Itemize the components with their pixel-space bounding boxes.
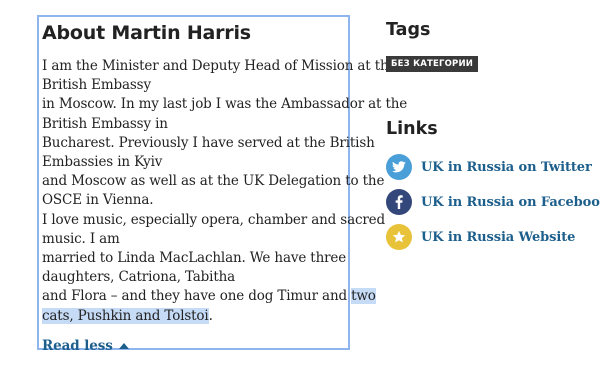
bio-line: I love music, especially opera, chamber … [42, 211, 386, 228]
read-less-link[interactable]: Read less [42, 338, 129, 354]
bio-line: and Moscow as well as at the UK Delegati… [42, 173, 385, 190]
website-link-label: UK in Russia Website [421, 229, 576, 245]
bio-line-text: . [208, 307, 213, 324]
tag-badge[interactable]: БЕЗ КАТЕГОРИИ [386, 56, 479, 72]
twitter-link-label: UK in Russia on Twitter [421, 159, 592, 175]
bio-line: Embassies in Kyiv [42, 154, 163, 171]
about-title: About Martin Harris [42, 22, 251, 44]
twitter-icon [386, 154, 412, 180]
facebook-link-label: UK in Russia on Facebook [421, 194, 600, 210]
bio-line: British Embassy in [42, 115, 168, 132]
bio-line: married to Linda MacLachlan. We have thr… [42, 250, 347, 267]
tags-section: Tags БЕЗ КАТЕГОРИИ [386, 18, 596, 72]
bio-line: cats, Pushkin and Tolstoi. [42, 307, 348, 326]
bio-line: I am the Minister and Deputy Head of Mis… [42, 58, 397, 74]
bio-line: British Embassy [42, 77, 151, 94]
bio-line: in Moscow. In my last job I was the Amba… [42, 96, 408, 113]
bio-text: I am the Minister and Deputy Head of Mis… [42, 57, 408, 326]
bio-line: OSCE in Vienna. [42, 192, 154, 209]
caret-up-icon [118, 342, 129, 349]
about-section: About Martin Harris I am the Minister an… [37, 15, 408, 354]
selected-text: cats, Pushkin and Tolstoi [42, 307, 209, 324]
selected-text: two [351, 288, 376, 305]
bio-line: daughters, Catriona, Tabitha [42, 269, 236, 286]
star-icon [386, 224, 412, 250]
tags-title: Tags [386, 20, 431, 40]
bio-line: music. I am [42, 230, 120, 247]
bio-line-text: and Flora – and they have one dog Timur … [42, 288, 352, 305]
website-link[interactable]: UK in Russia Website [386, 224, 575, 250]
links-title: Links [386, 119, 438, 139]
read-less-label: Read less [42, 337, 113, 354]
twitter-link[interactable]: UK in Russia on Twitter [386, 154, 592, 180]
bio-line: Bucharest. Previously I have served at t… [42, 134, 375, 151]
facebook-link[interactable]: UK in Russia on Facebook [386, 189, 600, 215]
bio-line: and Flora – and they have one dog Timur … [42, 287, 376, 306]
facebook-icon [386, 189, 412, 215]
